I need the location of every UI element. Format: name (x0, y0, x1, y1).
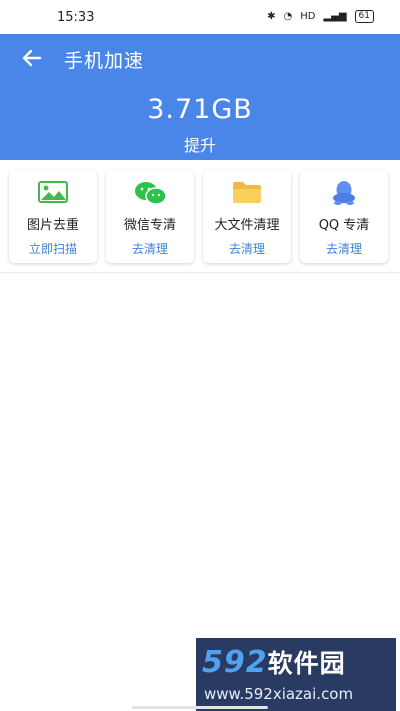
boost-size-value: 3.71GB (147, 94, 253, 125)
wechat-icon (106, 180, 194, 206)
header: 手机加速 3.71GB 提升 (0, 34, 400, 160)
home-indicator (132, 706, 268, 709)
qq-icon (300, 180, 388, 206)
card-wechat-clean[interactable]: 微信专清 去清理 (106, 170, 194, 263)
folder-icon (203, 180, 291, 206)
status-icons: ✱ ◔ HD ▂▄▆ 61 (267, 10, 374, 23)
network-label: HD (300, 11, 316, 22)
card-action-link[interactable]: 去清理 (106, 240, 194, 257)
watermark-brand-number: 592 (202, 645, 268, 680)
card-action-link[interactable]: 去清理 (203, 240, 291, 257)
watermark-url: www.592xiazai.com (204, 685, 354, 703)
arrow-left-icon (22, 49, 42, 67)
card-name: 微信专清 (123, 218, 176, 233)
card-qq-clean[interactable]: QQ 专清 去清理 (300, 170, 388, 263)
status-bar: 15:33 ✱ ◔ HD ▂▄▆ 61 (0, 0, 400, 34)
card-name: 大文件清理 (214, 218, 280, 233)
card-action-link[interactable]: 去清理 (300, 240, 388, 257)
card-name: QQ 专清 (318, 218, 370, 233)
card-name: 图片去重 (26, 218, 79, 233)
image-icon (9, 180, 97, 206)
battery-icon: 61 (354, 10, 374, 23)
card-action-link[interactable]: 立即扫描 (9, 240, 97, 257)
tool-cards: 图片去重 立即扫描 微信专清 去清理 大文件清理 去清理 QQ 专清 去清理 (0, 160, 400, 273)
card-image-dedupe[interactable]: 图片去重 立即扫描 (9, 170, 97, 263)
card-large-file-clean[interactable]: 大文件清理 去清理 (203, 170, 291, 263)
boost-size-label: 提升 (183, 136, 216, 155)
signal-icon: ▂▄▆ (323, 11, 347, 22)
watermark-brand-text: 软件园 (267, 649, 346, 678)
back-button[interactable] (18, 44, 46, 72)
wifi-icon: ◔ (283, 11, 293, 22)
bluetooth-icon: ✱ (267, 11, 276, 22)
status-time: 15:33 (57, 10, 95, 25)
watermark-logo: 592软件园 www.592xiazai.com (196, 638, 396, 711)
page-title: 手机加速 (64, 50, 145, 72)
